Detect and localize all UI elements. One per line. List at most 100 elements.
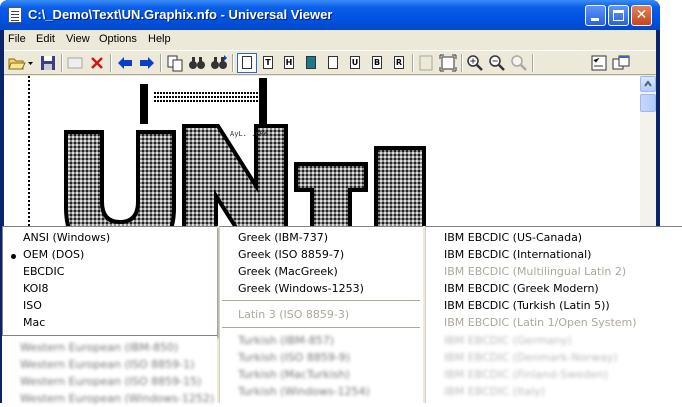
menu-item-greek-windows[interactable]: Greek (Windows-1253) [238,280,364,297]
copy-icon [167,55,183,72]
zoom-out-icon [489,55,505,71]
text-viewer[interactable]: AyL. .cRe [4,76,640,226]
menu-item-mac[interactable]: Mac [23,314,45,331]
close-button[interactable]: ✕ [631,5,652,26]
media-mode-icon [328,56,338,69]
scroll-up-button[interactable] [640,76,656,92]
menu-item-ebcdic-latin2: IBM EBCDIC (Multilingual Latin 2) [444,265,627,278]
toolbar-separator [232,54,234,72]
menu-separator [222,327,420,328]
toolbar-separator [532,54,534,72]
menu-item-blurred: Western European (IBM-850) [20,341,179,354]
menu-edit[interactable]: Edit [36,33,55,45]
menu-item-blurred: IBM EBCDIC (Italy) [444,385,546,398]
maximize-icon [609,6,628,25]
view-unicode-button[interactable]: U [346,54,364,72]
menu-item-greek-mac[interactable]: Greek (MacGreek) [238,263,338,280]
menu-item-blurred: Western European (ISO 8859-15) [20,375,202,388]
minimize-icon [586,6,605,25]
view-binary-button[interactable]: T [259,54,277,72]
view-media-button[interactable] [324,54,342,72]
encoding-column-1-blurred: Western European (IBM-850) Western Europ… [2,336,217,405]
zoom-in-icon [467,55,483,71]
unicode-mode-icon: U [350,56,360,69]
maximize-button[interactable] [608,5,629,26]
toolbar-separator [160,54,162,72]
chevron-up-icon [644,80,652,87]
open-button[interactable] [8,54,26,72]
close-icon: ✕ [635,7,648,23]
menu-item-greek-ibm737[interactable]: Greek (IBM-737) [238,229,328,246]
scroll-thumb[interactable] [640,94,656,112]
zoom-out-button[interactable] [488,54,506,72]
menu-help[interactable]: Help [148,33,171,45]
hex-mode-icon: H [284,56,294,69]
checklist-icon [591,55,607,71]
text-mode-icon [242,56,252,69]
view-hex-button[interactable]: H [280,54,298,72]
menu-view[interactable]: View [66,33,90,45]
new-window-button[interactable] [612,54,630,72]
ascii-art-canvas: AyL. .cRe [28,76,426,226]
binoculars-next-icon [211,55,227,69]
vertical-scrollbar[interactable] [640,76,656,226]
menu-item-oem[interactable]: OEM (DOS) [23,246,84,263]
encoding-column-3: IBM EBCDIC (US-Canada) IBM EBCDIC (Inter… [425,226,682,403]
view-browser-button[interactable]: B [368,54,386,72]
image-mode-icon [306,56,316,69]
delete-button[interactable] [88,54,106,72]
menu-item-blurred: IBM EBCDIC (Finland-Sweden) [444,368,608,381]
title-bar[interactable]: C:\_Demo\Text\UN.Graphix.nfo - Universal… [0,0,660,30]
find-next-button[interactable] [210,54,228,72]
view-image-button[interactable] [302,54,320,72]
fit-window-icon [439,54,457,72]
menu-item-koi8[interactable]: KOI8 [23,280,49,297]
view-text-button[interactable] [237,53,257,73]
minimize-button[interactable] [585,5,606,26]
menu-item-blurred: Turkish (MacTurkish) [238,368,350,381]
properties-icon [67,57,83,69]
menu-item-blurred: Western European (Windows-1252) [20,392,215,405]
back-button[interactable] [116,54,134,72]
fit-window-button[interactable] [439,54,457,72]
dropdown-arrow-icon [28,62,33,65]
zoom-original-icon [511,55,527,71]
menu-item-ebcdic-turkish[interactable]: IBM EBCDIC (Turkish (Latin 5)) [444,297,610,314]
menu-item-latin3: Latin 3 (ISO 8859-3) [238,308,350,321]
copy-button[interactable] [166,54,184,72]
document-icon [8,7,22,23]
window-title: C:\_Demo\Text\UN.Graphix.nfo - Universal… [28,7,333,22]
menu-item-blurred: Western European (ISO 8859-1) [20,358,195,371]
zoom-original-button[interactable] [510,54,528,72]
zoom-in-button[interactable] [466,54,484,72]
encoding-menu: ANSI (Windows) OEM (DOS) EBCDIC KOI8 ISO… [2,226,682,405]
toolbar: T H U B R [4,50,656,75]
find-button[interactable] [188,54,206,72]
toolbar-separator [61,54,63,72]
properties-button[interactable] [66,54,84,72]
fit-width-button[interactable] [417,54,435,72]
binoculars-icon [189,57,205,69]
toolbar-separator [461,54,463,72]
menu-item-ebcdic[interactable]: EBCDIC [23,263,64,280]
menu-file[interactable]: File [8,33,26,45]
view-rtf-button[interactable]: R [390,54,408,72]
menu-item-greek-iso[interactable]: Greek (ISO 8859-7) [238,246,344,263]
menu-item-iso[interactable]: ISO [23,297,42,314]
menu-item-blurred: IBM EBCDIC (Germany) [444,334,572,347]
options-button[interactable] [590,54,608,72]
save-button[interactable] [39,54,57,72]
menu-item-ebcdic-us[interactable]: IBM EBCDIC (US-Canada) [444,229,582,246]
browser-mode-icon: B [372,56,382,69]
menu-item-ebcdic-intl[interactable]: IBM EBCDIC (International) [444,246,591,263]
open-dropdown-button[interactable] [27,54,35,72]
encoding-column-1: ANSI (Windows) OEM (DOS) EBCDIC KOI8 ISO… [2,226,217,336]
rtf-mode-icon: R [394,56,404,69]
menu-separator [222,300,420,301]
menu-item-ansi[interactable]: ANSI (Windows) [23,229,110,246]
menu-item-ebcdic-greek[interactable]: IBM EBCDIC (Greek Modern) [444,280,599,297]
menu-options[interactable]: Options [99,33,137,45]
forward-button[interactable] [138,54,156,72]
arrow-right-icon [140,57,154,69]
save-disk-icon [41,56,55,70]
